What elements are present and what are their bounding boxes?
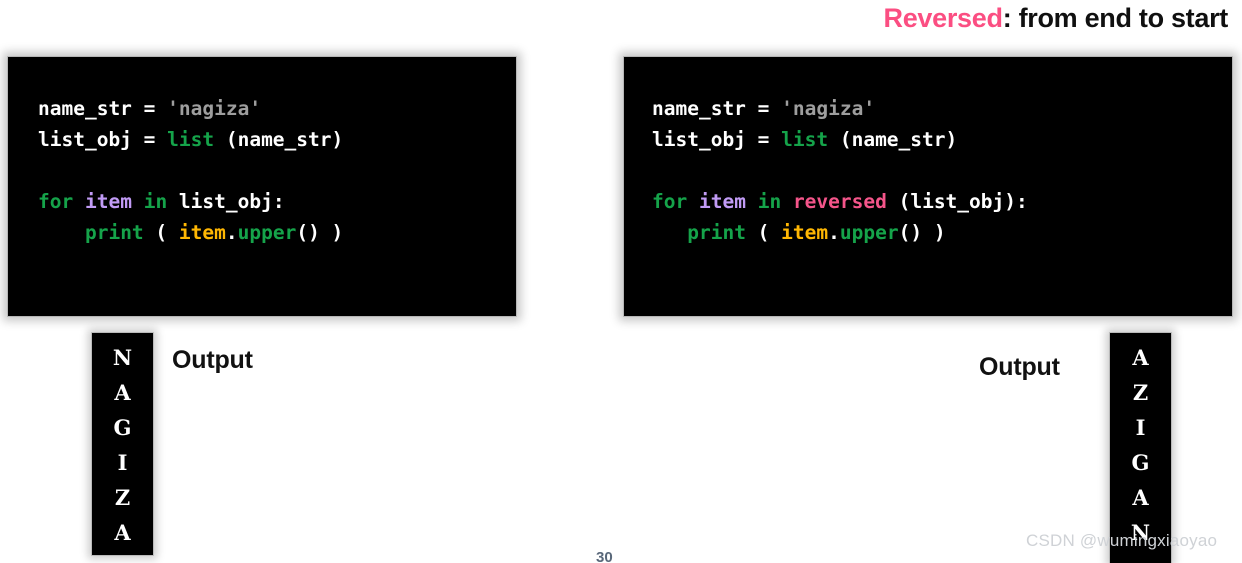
code-token-fn: print (84, 221, 144, 244)
code-line: name_str = 'nagiza' (652, 93, 1232, 124)
code-token-plain: list_obj: (167, 190, 285, 213)
code-token-var: item (84, 190, 132, 213)
output-char: N (112, 345, 133, 370)
code-token-kw: for (38, 190, 74, 213)
code-line: list_obj = list (name_str) (38, 124, 516, 155)
heading-rest: : from end to start (1002, 3, 1229, 33)
heading-highlight: Reversed (883, 3, 1003, 33)
code-token-kw: for (652, 190, 688, 213)
code-token-kw: in (757, 190, 782, 213)
code-token-str: 'nagiza' (781, 97, 876, 120)
code-token-plain: ( (745, 221, 782, 244)
code-token-var: item (698, 190, 746, 213)
code-token-attr: item (178, 221, 226, 244)
code-token-plain: () ) (296, 221, 344, 244)
output-label-reversed: Output (979, 353, 1060, 381)
output-char: A (114, 380, 131, 405)
output-box-forward: NAGIZA (92, 333, 153, 555)
output-char: I (1135, 415, 1146, 440)
output-char: Z (114, 485, 131, 510)
output-char: A (114, 520, 131, 545)
code-line: for item in list_obj: (38, 186, 516, 217)
code-token-fn: print (687, 221, 746, 244)
code-token-plain: . (828, 221, 840, 244)
code-token-plain: . (225, 221, 238, 244)
output-char: A (1132, 485, 1149, 510)
code-token-plain: (list_obj): (886, 190, 1028, 213)
code-token-fn: upper (237, 221, 297, 244)
output-char: I (117, 450, 128, 475)
code-token-plain: name_str = (38, 97, 168, 120)
output-char: G (113, 415, 132, 440)
code-line: print ( item.upper() ) (38, 217, 516, 248)
code-token-plain: (name_str) (214, 128, 344, 151)
code-line: name_str = 'nagiza' (38, 93, 516, 124)
code-token-plain: name_str = (652, 97, 782, 120)
code-line: for item in reversed (list_obj): (652, 186, 1232, 217)
code-token-kw: in (143, 190, 168, 213)
code-line: list_obj = list (name_str) (652, 124, 1232, 155)
code-token-fn: upper (839, 221, 899, 244)
code-token-plain: (name_str) (828, 128, 958, 151)
code-token-str: 'nagiza' (167, 97, 262, 120)
code-token-fn: list (781, 128, 829, 151)
code-token-plain: ( (143, 221, 179, 244)
output-char: Z (1132, 380, 1149, 405)
code-token-fn: list (167, 128, 215, 151)
output-box-reversed: AZIGAN (1110, 333, 1171, 563)
code-token-plain: list_obj = (38, 128, 168, 151)
watermark-text: CSDN @wumingxiaoyao (1026, 531, 1218, 550)
code-block-reversed: name_str = 'nagiza' list_obj = list (name… (624, 57, 1232, 316)
code-token-rev: reversed (792, 190, 887, 213)
output-char: A (1132, 345, 1149, 370)
code-line: print ( item.upper() ) (652, 217, 1232, 248)
output-label-forward: Output (172, 346, 253, 374)
code-token-plain: () ) (898, 221, 946, 244)
code-block-forward: name_str = 'nagiza' list_obj = list (name… (8, 57, 516, 316)
slide-heading: Reversed: from end to start (883, 3, 1229, 34)
output-char: G (1131, 450, 1150, 475)
page-number: 30 (596, 549, 613, 563)
code-token-attr: item (781, 221, 829, 244)
code-token-plain: list_obj = (652, 128, 782, 151)
